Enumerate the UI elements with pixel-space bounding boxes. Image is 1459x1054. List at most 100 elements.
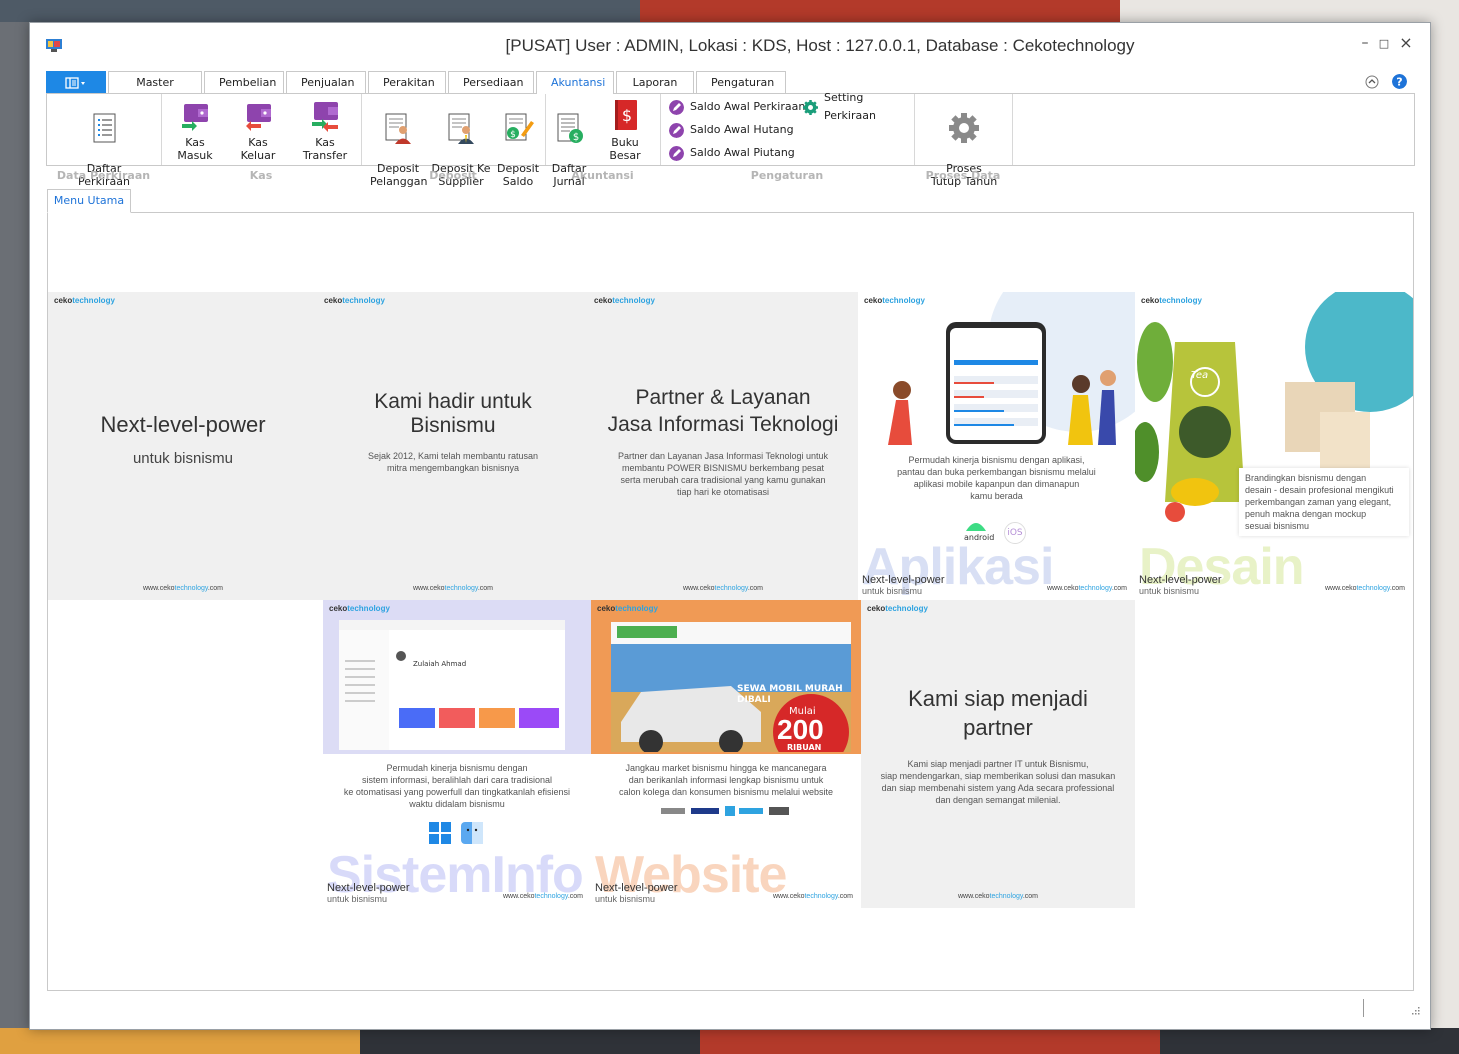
brand-logo: cekotechnology: [54, 296, 115, 305]
close-button[interactable]: ×: [1397, 33, 1415, 52]
saldo-awal-piutang-button[interactable]: Saldo Awal Piutang: [669, 144, 795, 162]
saldo-awal-piutang-label: Saldo Awal Piutang: [690, 146, 795, 159]
promo-tile-next-level: cekotechnology Next-level-power untuk bi…: [48, 292, 318, 600]
brand-logo: cekotechnology: [864, 296, 925, 305]
group-label-deposit: Deposit: [429, 169, 477, 182]
tile-footer-url: www.cekotechnology.com: [1046, 585, 1127, 592]
group-label-proses-data: Proses Data: [925, 169, 1001, 182]
app-menu-icon: [65, 76, 85, 89]
saldo-awal-perkiraan-label: Saldo Awal Perkiraan: [690, 100, 806, 113]
group-label-data-perkiraan: Data Perkiraan: [56, 169, 151, 182]
group-kas: Kas Masuk Kas Keluar Kas Transfer: [162, 94, 362, 165]
tile-paragraph: Permudah kinerja bisnismu dengan aplikas…: [897, 455, 1096, 501]
hosting-partner-logos: [661, 806, 789, 816]
svg-text:$: $: [573, 132, 579, 143]
setting-perkiraan-button[interactable]: Setting Perkiraan: [803, 91, 914, 122]
help-icon[interactable]: ?: [1392, 74, 1407, 89]
tile-paragraph: Permudah kinerja bisnismu dengan sistem …: [343, 763, 571, 809]
svg-text:?: ?: [1396, 76, 1402, 89]
minimize-button[interactable]: –: [1356, 35, 1374, 51]
main-content: cekotechnology Next-level-power untuk bi…: [47, 212, 1414, 991]
tile-footer-url: www.cekotechnology.com: [682, 585, 764, 592]
tab-pembelian[interactable]: Pembelian: [204, 71, 284, 93]
group-label-pengaturan: Pengaturan: [750, 169, 824, 182]
kas-transfer-label: Kas Transfer: [302, 136, 348, 162]
promo-tile-sisteminfo: cekotechnology Zulaiah Ahmad Permudah ki…: [323, 600, 591, 908]
tile-footer-url: www.cekotechnology.com: [142, 585, 224, 592]
supplier-document-icon: [448, 113, 474, 144]
tile-footer-url: www.cekotechnology.com: [502, 893, 583, 900]
wallet-transfer-icon: [312, 102, 338, 132]
settings-gear-icon: [803, 99, 818, 115]
group-data-perkiraan: Daftar Perkiraan: [47, 94, 162, 188]
status-bar: [30, 991, 1430, 1029]
tile-tagline: Next-level-power: [862, 574, 945, 586]
tab-master-data[interactable]: Master Data: [108, 71, 202, 110]
tile-tagline-sub: untuk bisnismu: [1139, 586, 1200, 596]
tile-footer-url: www.cekotechnology.com: [957, 893, 1039, 900]
tile-tagline-sub: untuk bisnismu: [595, 894, 656, 904]
app-window: [PUSAT] User : ADMIN, Lokasi : KDS, Host…: [29, 22, 1431, 1030]
kas-transfer-button[interactable]: Kas Transfer: [292, 98, 358, 162]
group-akuntansi: $ Daftar Jurnal $ Buku Besar: [546, 94, 661, 188]
tab-pengaturan[interactable]: Pengaturan: [696, 71, 786, 93]
window-title: [PUSAT] User : ADMIN, Lokasi : KDS, Host…: [505, 36, 1135, 55]
tab-laporan[interactable]: Laporan: [616, 71, 694, 93]
tile-paragraph: Kami siap menjadi partner IT untuk Bisni…: [880, 759, 1116, 805]
group-label-kas: Kas: [249, 169, 273, 182]
balance-edit-icon: $: [505, 113, 534, 141]
tab-persediaan[interactable]: Persediaan: [448, 71, 534, 93]
tile-tagline: Next-level-power: [327, 882, 410, 894]
resize-grip-icon[interactable]: [1410, 1005, 1420, 1015]
promo-tile-desain: cekotechnology Tea Brandingkan bisnismu …: [1135, 292, 1413, 600]
saldo-awal-perkiraan-button[interactable]: Saldo Awal Perkiraan: [669, 98, 805, 116]
tile-tagline-sub: untuk bisnismu: [327, 894, 388, 904]
tile-tagline: Next-level-power: [595, 882, 678, 894]
tile-paragraph: Jangkau market bisnismu hingga ke mancan…: [618, 763, 834, 797]
gear-icon: [949, 113, 979, 143]
wallet-in-icon: [182, 104, 208, 131]
group-label-akuntansi: Akuntansi: [571, 169, 634, 182]
mac-finder-icon: [461, 822, 483, 844]
brand-logo: cekotechnology: [594, 296, 655, 305]
windows-icon: [429, 822, 451, 844]
kas-keluar-label: Kas Keluar: [240, 136, 276, 162]
rental-promo-text: SEWA MOBIL MURAH DIBALI: [737, 684, 843, 705]
tab-penjualan[interactable]: Penjualan: [286, 71, 366, 93]
tile-headline: Kami siap menjadi partner: [908, 686, 1088, 740]
saldo-awal-hutang-button[interactable]: Saldo Awal Hutang: [669, 121, 794, 139]
promo-tile-kami-siap: cekotechnology Kami siap menjadi partner…: [861, 600, 1135, 908]
promo-tile-partner-layanan: cekotechnology Partner & Layanan Jasa In…: [588, 292, 858, 600]
promo-tile-website: cekotechnology SEWA MOBIL MURAH DIBALI M…: [591, 600, 861, 908]
maximize-button[interactable]: □: [1375, 37, 1393, 50]
collapse-ribbon-icon[interactable]: [1365, 75, 1379, 89]
promo-tile-kami-hadir: cekotechnology Kami hadir untuk Bisnismu…: [318, 292, 588, 600]
tab-perakitan[interactable]: Perakitan: [368, 71, 446, 93]
ribbon-panel: Daftar Perkiraan Kas Masuk Kas Keluar Ka…: [46, 91, 1415, 188]
status-divider: [1363, 999, 1364, 1017]
kas-masuk-button[interactable]: Kas Masuk: [168, 98, 222, 162]
brand-logo: cekotechnology: [867, 604, 928, 613]
tile-subheadline: untuk bisnismu: [132, 450, 234, 467]
promo-tile-aplikasi: cekotechnology Permudah kinerja bisnismu…: [858, 292, 1135, 600]
list-document-icon: [93, 113, 116, 143]
tile-footer-url: www.cekotechnology.com: [772, 893, 853, 900]
edit-receivable-icon: [669, 145, 684, 161]
tile-headline: Partner & Layanan Jasa Informasi Teknolo…: [607, 386, 839, 436]
dashboard-illustration: [339, 620, 565, 750]
wallet-out-icon: [246, 104, 271, 131]
tab-menu-utama[interactable]: Menu Utama: [47, 189, 131, 213]
rental-price-text: 200: [777, 714, 824, 745]
kas-masuk-label: Kas Masuk: [177, 136, 213, 162]
brand-logo: cekotechnology: [597, 604, 658, 613]
tile-footer-url: www.cekotechnology.com: [1324, 585, 1405, 592]
svg-text:$: $: [510, 130, 516, 140]
saldo-awal-hutang-label: Saldo Awal Hutang: [690, 123, 794, 136]
tab-akuntansi[interactable]: Akuntansi: [536, 71, 614, 94]
tile-paragraph: Sejak 2012, Kami telah membantu ratusan …: [367, 451, 539, 473]
buku-besar-button[interactable]: $ Buku Besar: [594, 98, 656, 162]
file-menu-button[interactable]: [46, 71, 106, 93]
kas-keluar-button[interactable]: Kas Keluar: [230, 98, 286, 162]
tile-paragraph: Brandingkan bisnismu dengan desain - des…: [1239, 468, 1409, 536]
group-pengaturan: Saldo Awal Perkiraan Saldo Awal Hutang S…: [661, 91, 915, 165]
